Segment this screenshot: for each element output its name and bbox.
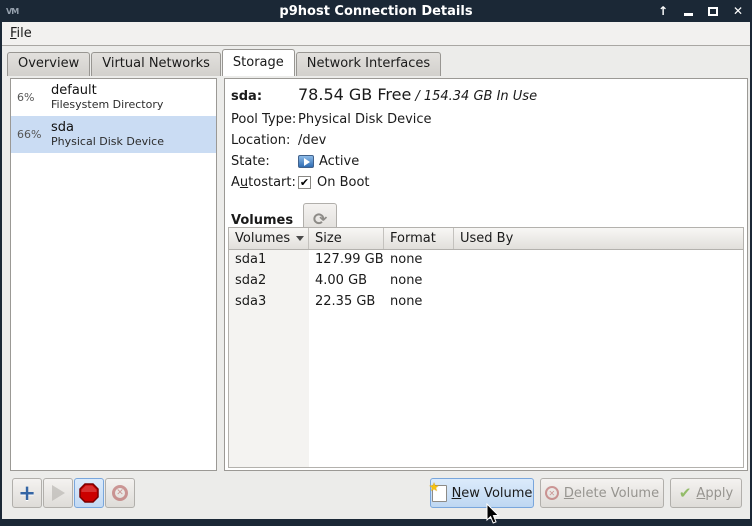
tab-virtual-networks[interactable]: Virtual Networks (91, 52, 221, 76)
new-volume-label: New Volume (452, 486, 533, 501)
volume-size-cell: 4.00 GB (309, 271, 384, 292)
column-header-size[interactable]: Size (309, 228, 384, 249)
location-value: /dev (298, 133, 326, 148)
pool-name: default (51, 83, 163, 98)
pool-row-sda[interactable]: 66% sda Physical Disk Device (11, 116, 216, 153)
pool-row-default[interactable]: 6% default Filesystem Directory (11, 79, 216, 116)
state-label: State: (231, 154, 298, 169)
apply-button: ✔ Apply (670, 478, 742, 508)
delete-ban-icon: ✕ (112, 485, 128, 501)
add-pool-button[interactable]: + (12, 478, 42, 508)
column-header-volumes[interactable]: Volumes (229, 228, 309, 249)
close-icon[interactable]: ✕ (732, 5, 744, 17)
table-row[interactable]: sda1 127.99 GB none (229, 250, 743, 271)
tab-overview[interactable]: Overview (7, 52, 90, 76)
new-volume-icon: ★ (432, 485, 447, 502)
star-icon: ★ (429, 480, 440, 494)
minimize-icon[interactable] (682, 5, 694, 17)
volume-name-cell: sda3 (229, 292, 309, 313)
tab-network-interfaces[interactable]: Network Interfaces (296, 52, 441, 76)
shade-window-icon[interactable]: ↑ (657, 5, 669, 17)
volume-name-cell: sda1 (229, 250, 309, 271)
autostart-label: Autostart: (231, 175, 298, 190)
volume-name-cell: sda2 (229, 271, 309, 292)
volume-size-cell: 127.99 GB (309, 250, 384, 271)
pool-name-label: sda: (231, 89, 298, 104)
pool-inuse-value: / 154.34 GB In Use (415, 89, 537, 104)
autostart-checkbox[interactable]: ✔ (298, 176, 311, 189)
volume-size-cell: 22.35 GB (309, 292, 384, 313)
pool-usage-percent: 66% (17, 128, 51, 141)
titlebar: VM p9host Connection Details ↑ ✕ (0, 0, 752, 22)
storage-page: 6% default Filesystem Directory 66% sda … (2, 76, 750, 519)
volume-usedby-cell (454, 271, 743, 292)
sort-descending-icon (296, 236, 304, 241)
pool-detail-panel: sda: 78.54 GB Free / 154.34 GB In Use Po… (224, 78, 748, 471)
volumes-section-title: Volumes (231, 213, 293, 228)
table-row[interactable]: sda2 4.00 GB none (229, 271, 743, 292)
volume-usedby-cell (454, 250, 743, 271)
start-pool-button (43, 478, 73, 508)
stop-sign-icon (79, 483, 99, 503)
volume-format-cell: none (384, 250, 454, 271)
state-value: Active (319, 154, 359, 169)
window-bottom-frame (0, 519, 752, 526)
actionbar: + ✕ ★ New Volume ✕ D (2, 478, 750, 512)
volumes-table-body: sda1 127.99 GB none sda2 4.00 GB none sd… (229, 250, 743, 467)
pool-type: Filesystem Directory (51, 98, 163, 111)
volumes-table: Volumes Size Format Used By sda1 127.99 … (228, 227, 744, 468)
menubar: File (2, 22, 750, 46)
tab-storage[interactable]: Storage (222, 49, 295, 76)
apply-check-icon: ✔ (679, 484, 692, 502)
volumes-table-header: Volumes Size Format Used By (229, 228, 743, 250)
pool-type-value: Physical Disk Device (298, 112, 432, 127)
tabstrip: Overview Virtual Networks Storage Networ… (2, 47, 750, 76)
delete-volume-icon: ✕ (545, 486, 559, 500)
location-label: Location: (231, 133, 298, 148)
volume-format-cell: none (384, 292, 454, 313)
storage-pool-list: 6% default Filesystem Directory 66% sda … (10, 78, 217, 471)
pool-name: sda (51, 120, 164, 135)
plus-icon: + (18, 483, 36, 504)
pool-free-value: 78.54 GB Free (298, 85, 411, 104)
delete-volume-button: ✕ Delete Volume (540, 478, 664, 508)
delete-volume-label: Delete Volume (564, 486, 659, 501)
pool-type: Physical Disk Device (51, 135, 164, 148)
menu-file[interactable]: File (2, 24, 40, 43)
mouse-cursor (486, 503, 501, 525)
connection-details-window: VM p9host Connection Details ↑ ✕ File Ov… (0, 0, 752, 526)
table-row[interactable]: sda3 22.35 GB none (229, 292, 743, 313)
play-icon (52, 485, 65, 501)
new-volume-button[interactable]: ★ New Volume (430, 478, 534, 508)
pool-type-label: Pool Type: (231, 112, 298, 127)
apply-label: Apply (696, 486, 733, 501)
pool-usage-percent: 6% (17, 91, 51, 104)
column-header-format[interactable]: Format (384, 228, 454, 249)
volume-format-cell: none (384, 271, 454, 292)
stop-pool-button[interactable] (74, 478, 104, 508)
column-header-used-by[interactable]: Used By (454, 228, 743, 249)
autostart-value: On Boot (317, 175, 370, 190)
state-running-icon (298, 155, 314, 168)
volume-usedby-cell (454, 292, 743, 313)
delete-pool-button: ✕ (105, 478, 135, 508)
maximize-icon[interactable] (707, 5, 719, 17)
window-title: p9host Connection Details (0, 4, 752, 19)
